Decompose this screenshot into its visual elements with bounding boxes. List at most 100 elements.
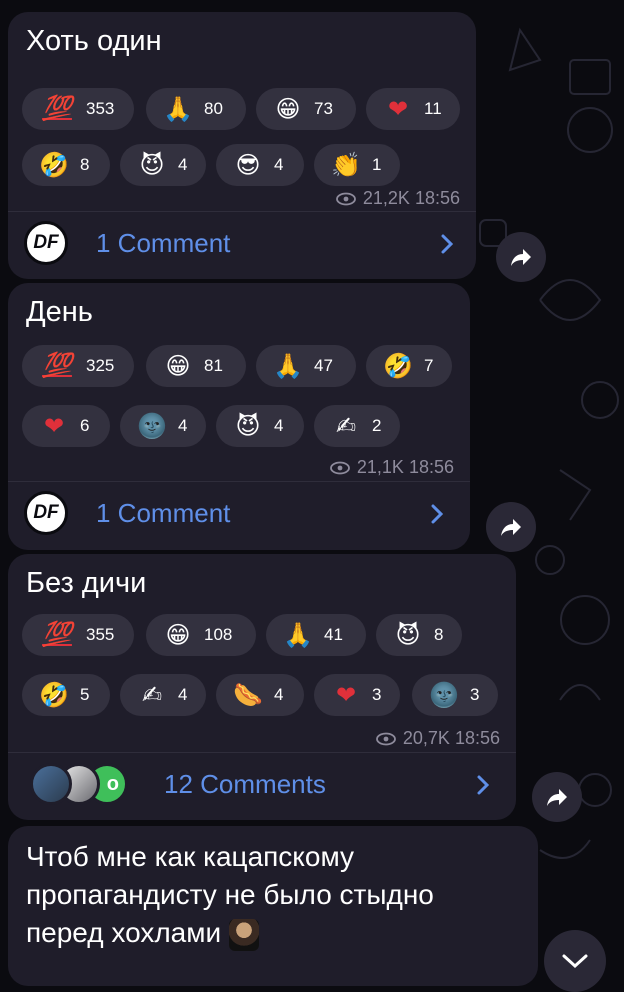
reaction-folded-hands[interactable]: 🙏 47 [256, 345, 356, 387]
new-moon-face-icon: 🌚 [429, 681, 459, 709]
avatar-letter: o [106, 772, 119, 795]
reaction-heart[interactable]: ❤ 6 [22, 405, 110, 447]
reaction-count: 47 [314, 356, 333, 375]
reaction-count: 1 [372, 155, 382, 174]
post-title: Хоть один [26, 25, 162, 57]
reaction-count: 73 [314, 99, 333, 118]
reaction-devil[interactable]: 😈 4 [120, 144, 206, 186]
comments-button[interactable]: DF 1 Comment [8, 482, 470, 544]
reaction-count: 4 [178, 416, 188, 435]
channel-logo: DF [24, 221, 68, 265]
reaction-hotdog[interactable]: 🌭 4 [216, 674, 304, 716]
new-moon-face-icon: 🌚 [137, 412, 167, 440]
chevron-right-icon [441, 234, 454, 254]
hundred-icon: 💯 [42, 353, 72, 379]
post-time: 18:56 [454, 728, 500, 748]
views-eye-icon [335, 192, 356, 205]
reaction-count: 355 [86, 625, 115, 644]
post-meta: 20,7K 18:56 [375, 728, 500, 749]
rofl-icon: 🤣 [39, 681, 69, 709]
reaction-count: 8 [80, 155, 90, 174]
hundred-icon: 💯 [42, 622, 72, 648]
views-eye-icon [329, 461, 350, 474]
reaction-count: 3 [470, 685, 480, 704]
reaction-hundred[interactable]: 💯 353 [22, 88, 134, 130]
reaction-grin[interactable]: 😁 73 [256, 88, 356, 130]
reaction-rofl[interactable]: 🤣 7 [366, 345, 452, 387]
reaction-hundred[interactable]: 💯 355 [22, 614, 134, 656]
post-time: 18:56 [414, 188, 460, 208]
reaction-devil[interactable]: 😈 8 [376, 614, 462, 656]
reaction-count: 3 [372, 685, 382, 704]
reaction-count: 4 [274, 155, 284, 174]
chevron-right-icon [477, 775, 490, 795]
reaction-heart[interactable]: ❤ 3 [314, 674, 400, 716]
reaction-devil[interactable]: 😈 4 [216, 405, 304, 447]
channel-post-4: Чтоб мне как кацапскому пропагандисту не… [8, 826, 538, 986]
views-count: 21,2K [362, 188, 410, 208]
heart-icon: ❤ [335, 681, 357, 709]
comments-button[interactable]: DF 1 Comment [8, 212, 476, 274]
heart-icon: ❤ [43, 412, 65, 440]
channel-post-2: День 💯 325 😁 81 🙏 47 🤣 7 ❤ 6 🌚 4 😈 4 ✍ 2… [8, 283, 470, 550]
reaction-folded-hands[interactable]: 🙏 41 [266, 614, 366, 656]
reaction-count: 7 [424, 356, 434, 375]
views-count: 21,1K [356, 457, 404, 477]
post-title: Без дичи [26, 567, 147, 599]
share-button[interactable] [532, 772, 582, 822]
reaction-heart[interactable]: ❤ 11 [366, 88, 460, 130]
reaction-count: 108 [204, 625, 233, 644]
reaction-count: 81 [204, 356, 223, 375]
post-meta: 21,2K 18:56 [335, 188, 460, 209]
reaction-folded-hands[interactable]: 🙏 80 [146, 88, 246, 130]
heart-icon: ❤ [387, 95, 409, 123]
share-arrow-icon [547, 789, 567, 806]
folded-hands-icon: 🙏 [283, 621, 313, 649]
reaction-hundred[interactable]: 💯 325 [22, 345, 134, 387]
reaction-count: 11 [424, 99, 442, 118]
folded-hands-icon: 🙏 [163, 95, 193, 123]
reaction-count: 4 [274, 416, 284, 435]
hundred-icon: 💯 [42, 96, 72, 122]
reaction-grin[interactable]: 😁 108 [146, 614, 256, 656]
views-eye-icon [375, 732, 396, 745]
devil-icon: 😈 [139, 151, 165, 179]
share-arrow-icon [501, 519, 521, 536]
post-text-line: перед хохлами [26, 914, 434, 952]
comments-button[interactable]: o 12 Comments [8, 753, 516, 815]
reaction-sunglasses[interactable]: 😎 4 [216, 144, 304, 186]
grin-icon: 😁 [275, 95, 301, 123]
grin-icon: 😁 [165, 352, 191, 380]
reaction-count: 8 [434, 625, 444, 644]
folded-hands-icon: 🙏 [273, 352, 303, 380]
reaction-count: 4 [178, 155, 188, 174]
hotdog-icon: 🌭 [233, 681, 263, 709]
reaction-grin[interactable]: 😁 81 [146, 345, 246, 387]
scroll-down-button[interactable] [544, 930, 606, 992]
share-button[interactable] [496, 232, 546, 282]
post-time: 18:56 [408, 457, 454, 477]
reaction-count: 325 [86, 356, 115, 375]
grin-icon: 😁 [165, 621, 191, 649]
reaction-count: 6 [80, 416, 90, 435]
reaction-writing-hand[interactable]: ✍ 2 [314, 405, 400, 447]
post-text-line: пропагандисту не было стыдно [26, 879, 434, 910]
reaction-count: 41 [324, 625, 343, 644]
reaction-clap[interactable]: 👏 1 [314, 144, 400, 186]
share-arrow-icon [511, 249, 531, 266]
reaction-new-moon-face[interactable]: 🌚 4 [120, 405, 206, 447]
reaction-rofl[interactable]: 🤣 8 [22, 144, 110, 186]
reaction-count: 2 [372, 416, 382, 435]
chevron-down-icon [562, 954, 588, 969]
devil-icon: 😈 [235, 412, 261, 440]
reaction-count: 5 [80, 685, 90, 704]
writing-hand-icon: ✍ [141, 681, 163, 709]
share-button[interactable] [486, 502, 536, 552]
clap-icon: 👏 [331, 151, 361, 179]
reaction-count: 4 [274, 685, 284, 704]
reaction-writing-hand[interactable]: ✍ 4 [120, 674, 206, 716]
post-meta: 21,1K 18:56 [329, 457, 454, 478]
reaction-new-moon-face[interactable]: 🌚 3 [412, 674, 498, 716]
reaction-rofl[interactable]: 🤣 5 [22, 674, 110, 716]
channel-post-1: Хоть один 💯 353 🙏 80 😁 73 ❤ 11 🤣 8 😈 4 😎… [8, 12, 476, 279]
